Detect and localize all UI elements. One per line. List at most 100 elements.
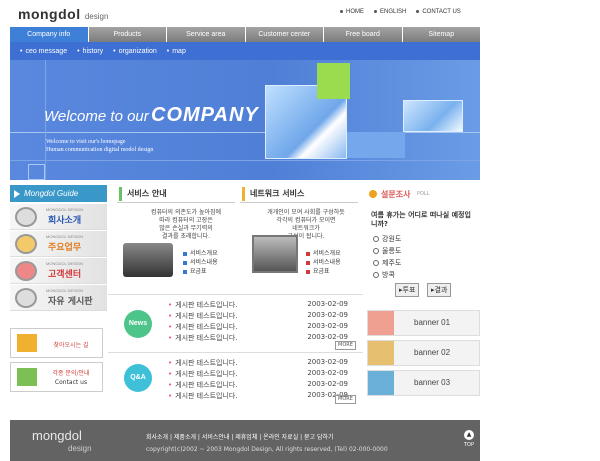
service-link[interactable]: 요금표 [306, 267, 341, 276]
service-links: 서비스개요 서비스내용 요금표 [306, 249, 341, 276]
banner-label: banner 01 [414, 318, 451, 327]
book-icon [15, 288, 37, 308]
outline-square [28, 164, 45, 180]
poll-title-sub: POLL [417, 191, 430, 197]
banner-03[interactable]: banner 03 [367, 370, 480, 396]
footer-logo: mongdol [32, 428, 82, 443]
poll-icon [369, 190, 377, 198]
nav-tab-service-area[interactable]: Service area [167, 27, 246, 42]
top-arrow-icon[interactable]: ▲ [464, 430, 474, 440]
table-row[interactable]: 게시판 테스트입니다.2003-02-09 [168, 380, 348, 390]
table-row[interactable]: 게시판 테스트입니다.2003-02-09 [168, 311, 348, 321]
sky-photo-square-small [403, 100, 463, 132]
poll-option[interactable]: 강원도 [373, 234, 401, 244]
table-row[interactable]: 게시판 테스트입니다.2003-02-09 [168, 369, 348, 379]
poll-option[interactable]: 제주도 [373, 258, 401, 268]
arrow-icon [368, 341, 394, 365]
poll-title: 설문조사 [381, 190, 411, 199]
poll-question: 여름 휴가는 어디로 떠나실 예정입니까? [371, 211, 471, 228]
table-row[interactable]: 게시판 테스트입니다.2003-02-09 [168, 391, 348, 401]
guide-item-small-label: MONGDOL DESIGN [46, 261, 83, 266]
blue-accent-square [347, 132, 405, 158]
nav-tab-company-info[interactable]: Company info [10, 27, 89, 42]
subnav-organization[interactable]: organization [113, 48, 157, 55]
service-title: 네트워크 서비스 [240, 185, 358, 203]
guide-item-company[interactable]: MONGDOL DESIGN 회사소개 [10, 204, 107, 230]
globe-icon [15, 207, 37, 227]
nav-tab-sitemap[interactable]: Sitemap [402, 27, 480, 42]
divider [108, 352, 363, 353]
top-link-english[interactable]: ENGLISH [374, 9, 406, 15]
poll-vote-button[interactable]: ▸투표 [395, 283, 420, 297]
banner-02[interactable]: banner 02 [367, 340, 480, 366]
poll-option[interactable]: 울릉도 [373, 246, 401, 256]
table-row[interactable]: 게시판 테스트입니다.2003-02-09 [168, 322, 348, 332]
hero-welcome-company: COMPANY [151, 104, 259, 126]
guide-header: Mongdol Guide [10, 185, 107, 202]
top-label[interactable]: TOP [464, 442, 474, 448]
service-link[interactable]: 서비스개요 [183, 249, 218, 258]
guide-item-business[interactable]: MONGDOL DESIGN 주요업무 [10, 231, 107, 257]
poll-box: 설문조사 POLL 여름 휴가는 어디로 떠나실 예정입니까? 강원도 울릉도 … [363, 185, 480, 300]
footer-links[interactable]: 회사소개 | 제품소개 | 서비스안내 | 제휴업체 | 온라인 자료실 | 묻… [146, 432, 334, 441]
footer-copyright: copyright(c)2002 ~ 2003 Mongdol Design, … [146, 446, 388, 453]
nav-tab-free-board[interactable]: Free board [324, 27, 403, 42]
network-service-box: 네트워크 서비스 개개인이 모여 사회를 구성하듯 각각의 컴퓨터가 모이면 네트워… [240, 185, 358, 285]
service-link[interactable]: 서비스내용 [306, 258, 341, 267]
logo-sub-text: design [84, 12, 109, 21]
hero-subtitle: Welcome to visit our's homepage Human co… [46, 138, 153, 154]
top-link-contact[interactable]: CONTACT US [416, 9, 461, 15]
green-accent-square [317, 63, 350, 99]
table-row[interactable]: 게시판 테스트입니다.2003-02-09 [168, 333, 348, 343]
guide-item-label: 고객센터 [48, 270, 82, 280]
service-title: 서비스 안내 [117, 185, 235, 203]
subnav-map[interactable]: map [167, 48, 186, 55]
service-info-box: 서비스 안내 컴퓨터의 의존도가 높아짐에 따라 컴퓨터의 고장은 많은 손실과 무… [117, 185, 235, 285]
page: mongdol design HOME ENGLISH CONTACT US C… [0, 0, 600, 461]
table-row[interactable]: 게시판 테스트입니다.2003-02-09 [168, 300, 348, 310]
service-link[interactable]: 서비스내용 [183, 258, 218, 267]
site-logo[interactable]: mongdol design [18, 6, 108, 22]
qa-badge: Q&A [124, 364, 152, 392]
news-more-button[interactable]: MORE [335, 341, 356, 350]
guide-item-small-label: MONGDOL DESIGN [46, 207, 83, 212]
guide-item-label: 회사소개 [48, 216, 82, 226]
logo-main-text: mongdol [18, 6, 81, 22]
hero-sub-line-1: Welcome to visit our's homepage [46, 139, 126, 145]
banner-01[interactable]: banner 01 [367, 310, 480, 336]
sub-nav: ceo message history organization map [10, 42, 480, 60]
divider [108, 294, 363, 295]
contact-label-en: Contact us [54, 379, 88, 386]
guide-item-board[interactable]: MONGDOL DESIGN 자유 게시판 [10, 285, 107, 311]
subnav-history[interactable]: history [77, 48, 104, 55]
guide-item-customer[interactable]: MONGDOL DESIGN 고객센터 [10, 258, 107, 284]
hero-welcome: Welcome to our COMPANY [44, 104, 259, 127]
directions-box[interactable]: 찾아오시는 길 [10, 328, 103, 358]
guide-item-label: 주요업무 [48, 243, 82, 253]
poll-option[interactable]: 방콕 [373, 270, 395, 280]
nav-tab-products[interactable]: Products [88, 27, 167, 42]
subnav-ceo-message[interactable]: ceo message [20, 48, 67, 55]
top-link-home[interactable]: HOME [340, 9, 364, 15]
pen-icon [17, 368, 37, 386]
banner-label: banner 02 [414, 348, 451, 357]
qa-more-button[interactable]: MORE [335, 395, 356, 404]
guide-item-label: 자유 게시판 [48, 297, 93, 307]
contact-box[interactable]: 각종 문의/안내 Contact us [10, 362, 103, 392]
poll-result-button[interactable]: ▸결과 [427, 283, 452, 297]
service-links: 서비스개요 서비스내용 요금표 [183, 249, 218, 276]
hero-banner: Welcome to our COMPANY Welcome to visit … [10, 60, 480, 180]
service-link[interactable]: 요금표 [183, 267, 218, 276]
service-link[interactable]: 서비스개요 [306, 249, 341, 258]
footer-logo-sub: design [68, 444, 92, 453]
hero-divider [10, 160, 480, 161]
guide-item-small-label: MONGDOL DESIGN [46, 288, 83, 293]
building-icon [17, 334, 37, 352]
table-row[interactable]: 게시판 테스트입니다.2003-02-09 [168, 358, 348, 368]
hero-welcome-line: Welcome to our [44, 108, 149, 125]
nav-tab-customer-center[interactable]: Customer center [245, 27, 324, 42]
headset-icon [15, 261, 37, 281]
arrow-icon [368, 371, 394, 395]
banner-label: banner 03 [414, 378, 451, 387]
top-links: HOME ENGLISH CONTACT US [340, 9, 461, 15]
